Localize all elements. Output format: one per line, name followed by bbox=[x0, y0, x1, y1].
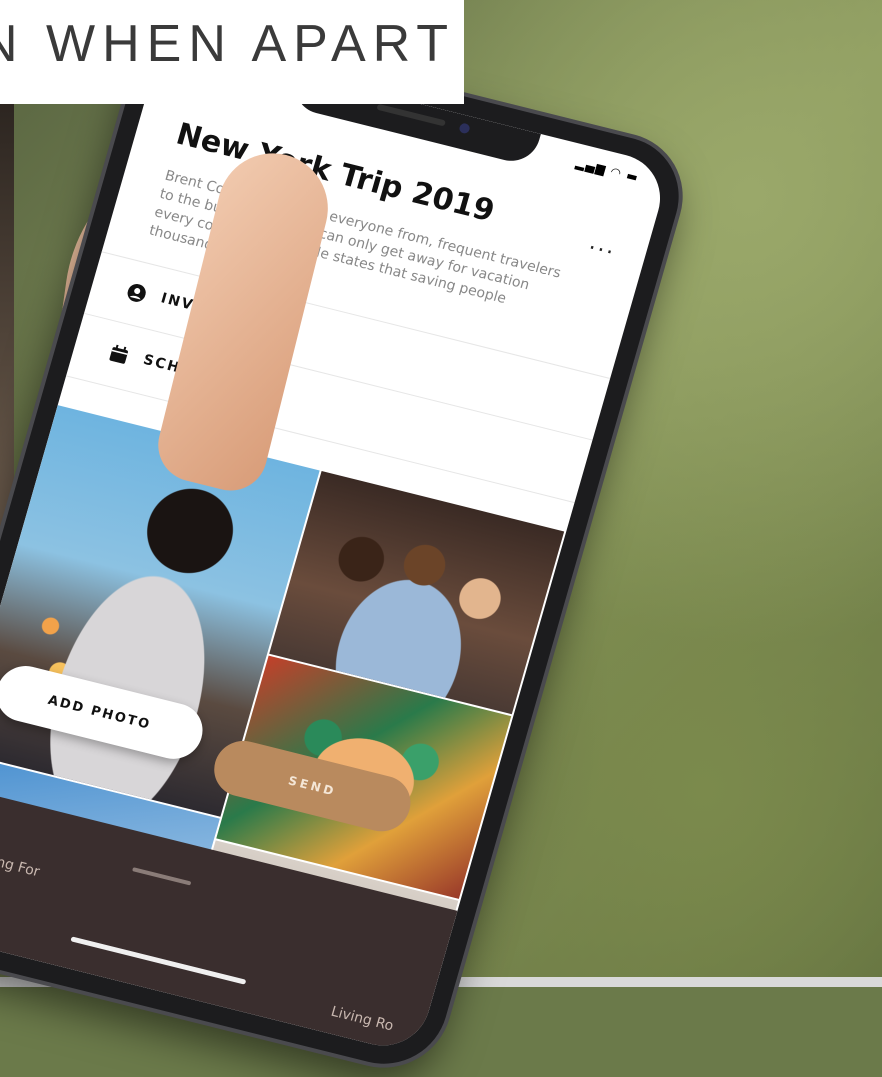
camera-icon bbox=[458, 122, 471, 135]
header-banner: N WHEN APART bbox=[0, 0, 464, 104]
speaker-icon bbox=[376, 103, 446, 127]
living-room-label: Living Ro bbox=[328, 1003, 396, 1035]
calendar-icon bbox=[109, 344, 128, 364]
more-options-icon[interactable]: ... bbox=[587, 230, 620, 261]
status-bar: ▂▄▆ ◠ ▬ bbox=[574, 156, 640, 185]
person-circle-icon bbox=[127, 284, 146, 302]
drag-handle[interactable] bbox=[132, 867, 192, 886]
signal-icon: ▂▄▆ bbox=[574, 155, 608, 177]
wifi-icon: ◠ bbox=[608, 164, 624, 181]
header-text: N WHEN APART bbox=[0, 15, 456, 73]
selecting-for-label: Selecting For bbox=[0, 842, 42, 881]
battery-icon: ▬ bbox=[624, 168, 641, 185]
